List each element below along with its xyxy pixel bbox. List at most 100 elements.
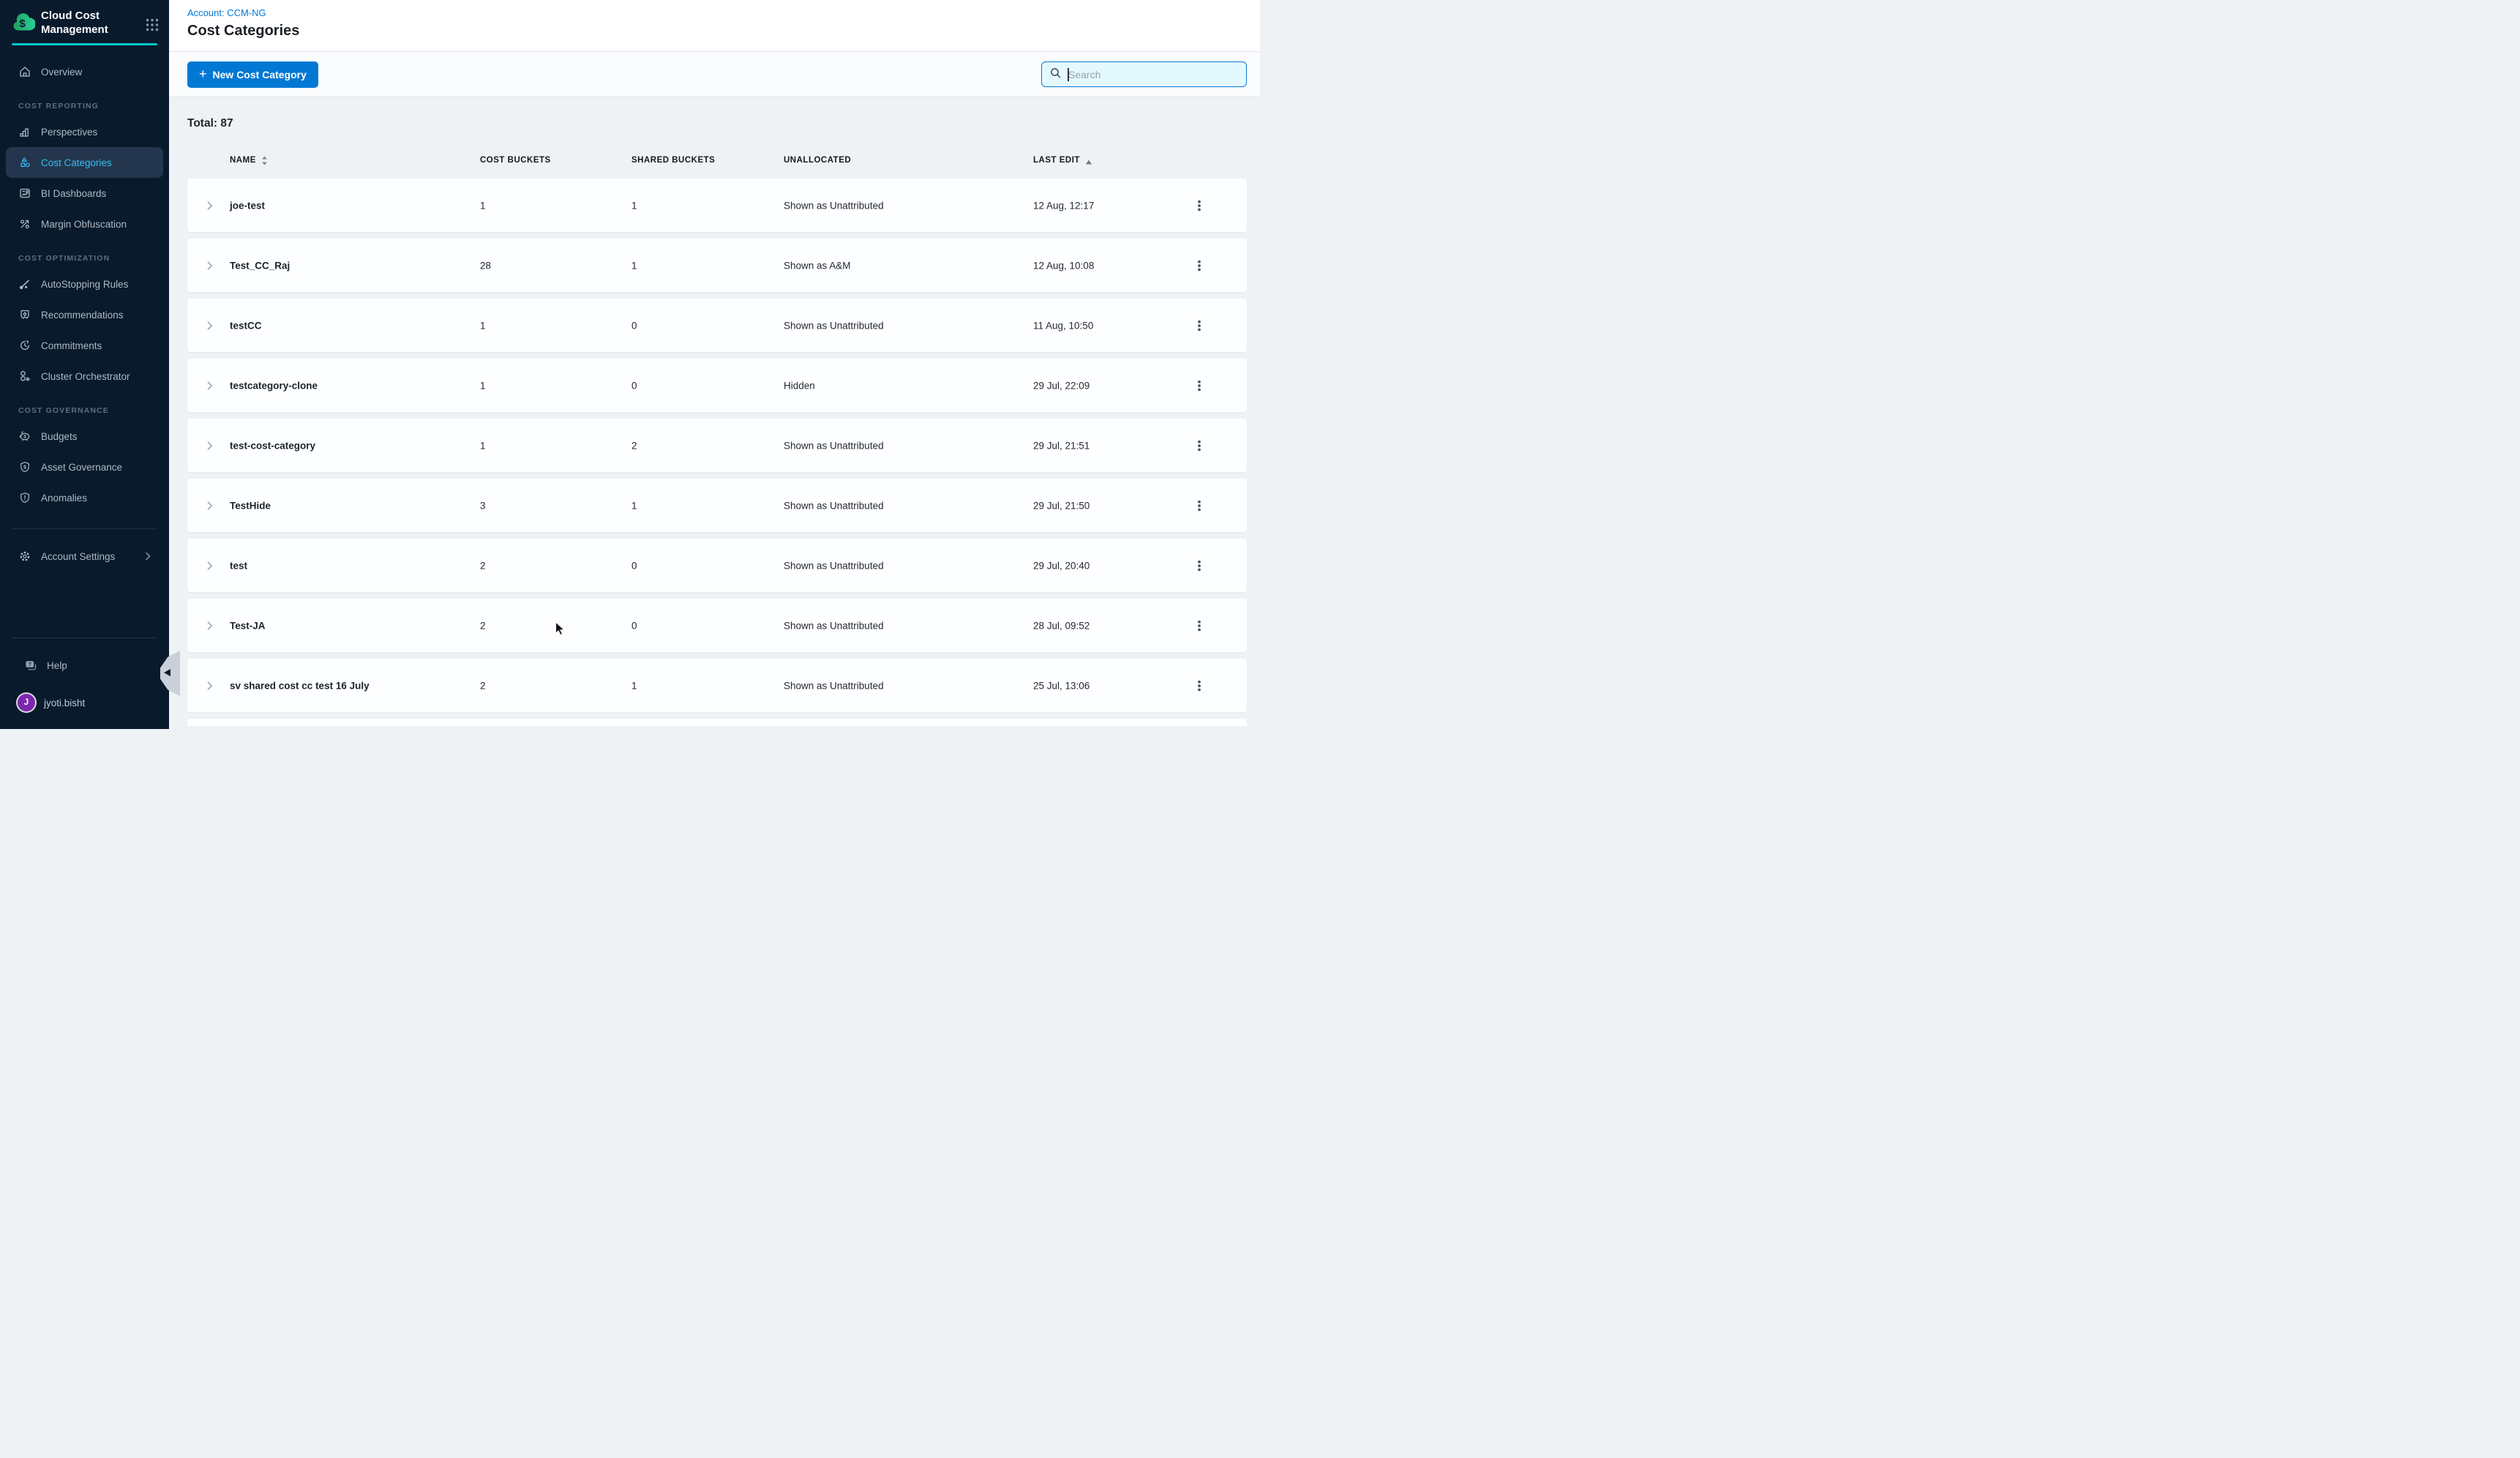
- kebab-menu-icon[interactable]: [1193, 259, 1206, 272]
- chevron-right-icon[interactable]: [203, 619, 217, 632]
- table-row[interactable]: testcategory-clone 1 0 Hidden 29 Jul, 22…: [187, 359, 1247, 412]
- chevron-right-icon[interactable]: [203, 199, 217, 212]
- column-header-name[interactable]: NAME: [230, 156, 256, 165]
- sidebar-item-cost-categories[interactable]: Cost Categories: [6, 147, 163, 178]
- search-box: [1041, 61, 1247, 87]
- sidebar-item-recommendations[interactable]: Recommendations: [6, 299, 163, 330]
- row-last-edit: 11 Aug, 10:50: [1033, 320, 1093, 331]
- table-row[interactable]: Test_CC_Raj 28 1 Shown as A&M 12 Aug, 10…: [187, 239, 1247, 292]
- user-profile[interactable]: J jyoti.bisht: [6, 687, 163, 719]
- table-row[interactable]: TestHide 3 1 Shown as Unattributed 29 Ju…: [187, 479, 1247, 532]
- table-row[interactable]: joe-test 1 1 Shown as Unattributed 12 Au…: [187, 179, 1247, 232]
- sidebar-item-asset-governance[interactable]: $ Asset Governance: [6, 452, 163, 482]
- sort-ascending-icon[interactable]: [1084, 157, 1093, 170]
- chevron-right-icon[interactable]: [203, 499, 217, 512]
- breadcrumb-account-link[interactable]: Account: CCM-NG: [187, 7, 266, 18]
- kebab-menu-icon[interactable]: [1193, 679, 1206, 692]
- row-unallocated: Shown as Unattributed: [784, 500, 884, 511]
- row-name: TestHide: [230, 500, 271, 511]
- kebab-menu-icon[interactable]: [1193, 619, 1206, 632]
- kebab-menu-icon[interactable]: [1193, 319, 1206, 332]
- sidebar-item-label: Margin Obfuscation: [41, 219, 127, 230]
- table-row[interactable]: testCC 1 0 Shown as Unattributed 11 Aug,…: [187, 299, 1247, 352]
- row-unallocated: Shown as Unattributed: [784, 440, 884, 451]
- row-name: test-cost-category: [230, 440, 315, 451]
- table-row[interactable]: test 2 0 Shown as Unattributed 29 Jul, 2…: [187, 539, 1247, 592]
- row-cost-buckets: 2: [480, 560, 486, 571]
- row-name: Test_CC_Raj: [230, 260, 290, 271]
- row-last-edit: 29 Jul, 20:40: [1033, 560, 1090, 571]
- sidebar-item-label: Recommendations: [41, 310, 124, 321]
- row-last-edit: 29 Jul, 21:50: [1033, 500, 1090, 511]
- row-last-edit: 12 Aug, 10:08: [1033, 260, 1094, 271]
- row-name: testcategory-clone: [230, 380, 318, 391]
- row-unallocated: Shown as A&M: [784, 260, 851, 271]
- section-label: COST OPTIMIZATION: [18, 254, 169, 264]
- chevron-right-icon[interactable]: [203, 319, 217, 332]
- home-icon: [18, 65, 31, 78]
- sort-both-icon[interactable]: [260, 155, 269, 170]
- row-shared-buckets: 1: [631, 200, 637, 211]
- new-cost-category-button[interactable]: + New Cost Category: [187, 61, 318, 88]
- table-row[interactable]: test-cost-category 1 2 Shown as Unattrib…: [187, 419, 1247, 472]
- sidebar-item-label: Help: [47, 660, 67, 671]
- table-body: joe-test 1 1 Shown as Unattributed 12 Au…: [187, 179, 1247, 712]
- chevron-right-icon[interactable]: [203, 559, 217, 572]
- total-count: Total: 87: [187, 97, 1247, 130]
- page-title: Cost Categories: [187, 23, 299, 40]
- sidebar-item-commitments[interactable]: Commitments: [6, 330, 163, 361]
- row-last-edit: 29 Jul, 21:51: [1033, 440, 1090, 451]
- svg-text:$: $: [19, 18, 26, 30]
- sidebar-item-help[interactable]: ? Help: [12, 650, 157, 681]
- kebab-menu-icon[interactable]: [1193, 499, 1206, 512]
- kebab-menu-icon[interactable]: [1193, 379, 1206, 392]
- row-unallocated: Shown as Unattributed: [784, 680, 884, 691]
- module-grid-icon[interactable]: [145, 18, 160, 36]
- sidebar-item-autostopping-rules[interactable]: AutoStopping Rules: [6, 269, 163, 299]
- sidebar-item-label: Cost Categories: [41, 157, 112, 168]
- kebab-menu-icon[interactable]: [1193, 439, 1206, 452]
- table-row[interactable]: Test-JA 2 0 Shown as Unattributed 28 Jul…: [187, 599, 1247, 652]
- avatar: J: [18, 694, 35, 711]
- hexagons-gear-icon: [18, 370, 31, 383]
- search-input[interactable]: [1067, 68, 1239, 81]
- table-row[interactable]: sv shared cost cc test 16 July 2 1 Shown…: [187, 659, 1247, 712]
- sidebar-section-cost-optimization: COST OPTIMIZATION AutoStopping Rules: [0, 254, 169, 392]
- sidebar-item-margin-obfuscation[interactable]: Margin Obfuscation: [6, 209, 163, 239]
- row-last-edit: 12 Aug, 12:17: [1033, 200, 1094, 211]
- kebab-menu-icon[interactable]: [1193, 559, 1206, 572]
- row-last-edit: 28 Jul, 09:52: [1033, 620, 1090, 631]
- sidebar-item-overview[interactable]: Overview: [6, 56, 163, 87]
- sidebar-item-account-settings[interactable]: Account Settings: [6, 541, 163, 572]
- table-header: NAME COST BUCKETS SHARED BUCKETS UNALLOC…: [187, 154, 1247, 168]
- column-header-cost-buckets: COST BUCKETS: [480, 156, 551, 165]
- chevron-right-icon[interactable]: [203, 679, 217, 692]
- sidebar-item-perspectives[interactable]: Perspectives: [6, 116, 163, 147]
- row-unallocated: Shown as Unattributed: [784, 620, 884, 631]
- clock-refresh-icon: [18, 339, 31, 352]
- chevron-right-icon[interactable]: [203, 379, 217, 392]
- row-shared-buckets: 1: [631, 260, 637, 271]
- chevron-right-icon[interactable]: [203, 439, 217, 452]
- row-shared-buckets: 2: [631, 440, 637, 451]
- sidebar-item-label: Budgets: [41, 431, 78, 442]
- svg-text:$: $: [23, 466, 26, 471]
- row-last-edit: 25 Jul, 13:06: [1033, 680, 1090, 691]
- column-header-last-edit[interactable]: LAST EDIT: [1033, 156, 1080, 165]
- chevron-right-icon[interactable]: [203, 259, 217, 272]
- sidebar-section-cost-reporting: COST REPORTING Perspectives Cost Categor…: [0, 102, 169, 239]
- badge-sparkle-icon: [18, 308, 31, 321]
- toolbar: + New Cost Category: [169, 52, 1260, 97]
- sidebar-item-cluster-orchestrator[interactable]: Cluster Orchestrator: [6, 361, 163, 392]
- cost-categories-list: Total: 87 NAME COST BUCKETS SHARED BUCKE…: [169, 97, 1260, 726]
- sidebar-item-bi-dashboards[interactable]: BI Dashboards: [6, 178, 163, 209]
- sidebar-item-label: Account Settings: [41, 551, 115, 562]
- sidebar-item-anomalies[interactable]: Anomalies: [6, 482, 163, 513]
- main-content: Account: CCM-NG Cost Categories + New Co…: [169, 0, 1260, 729]
- sidebar-item-budgets[interactable]: $ Budgets: [6, 421, 163, 452]
- section-label: COST GOVERNANCE: [18, 406, 169, 416]
- kebab-menu-icon[interactable]: [1193, 199, 1206, 212]
- sidebar-section-cost-governance: COST GOVERNANCE $ Budgets: [0, 406, 169, 513]
- sidebar-nav: Overview COST REPORTING Perspectives: [0, 46, 169, 572]
- module-accent-rule: [12, 43, 157, 45]
